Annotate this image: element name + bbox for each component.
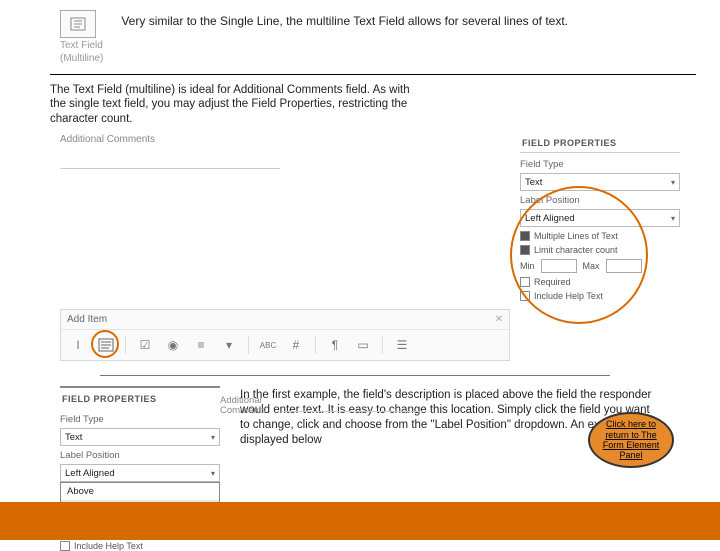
textfield-multiline-icon bbox=[60, 10, 96, 38]
field-type-select[interactable]: Text ▾ bbox=[520, 173, 680, 191]
helptext-label: Include Help Text bbox=[534, 291, 603, 301]
icon-label-1: Text Field bbox=[60, 40, 103, 51]
return-link-button[interactable]: Click here to return to The Form Element… bbox=[588, 412, 674, 468]
header-icon-group: Text Field (Multiline) bbox=[60, 10, 103, 64]
section-icon[interactable]: ☰ bbox=[393, 336, 411, 354]
abc-icon[interactable]: ABC bbox=[259, 336, 277, 354]
label-position-label: Label Position bbox=[520, 195, 680, 206]
sample-field-1-label: Additional Comments bbox=[60, 134, 310, 145]
image-icon[interactable]: ▭ bbox=[354, 336, 372, 354]
label-position-select[interactable]: Left Aligned ▾ bbox=[520, 209, 680, 227]
props-title: FIELD PROPERTIES bbox=[520, 134, 680, 153]
props-title-left: FIELD PROPERTIES bbox=[60, 390, 220, 408]
field-properties-panel-right: FIELD PROPERTIES Field Type Text ▾ Label… bbox=[520, 134, 680, 301]
limit-chars-label: Limit character count bbox=[534, 245, 618, 255]
paragraph-icon[interactable]: ¶ bbox=[326, 336, 344, 354]
helptext-checkbox-left[interactable] bbox=[60, 541, 70, 551]
field-type-select-left[interactable]: Text ▾ bbox=[60, 428, 220, 446]
chevron-down-icon: ▾ bbox=[671, 214, 675, 223]
required-label: Required bbox=[534, 277, 571, 287]
required-checkbox[interactable] bbox=[520, 277, 530, 287]
return-link-text: Click here to return to The Form Element… bbox=[594, 419, 668, 460]
label-position-label-left: Label Position bbox=[60, 450, 220, 461]
toolbar-separator bbox=[315, 336, 316, 354]
sample-field-2-label: Additional Comments bbox=[220, 396, 275, 417]
sample-field-1-input[interactable] bbox=[60, 149, 280, 169]
sample-field-1: Additional Comments bbox=[60, 134, 310, 179]
helptext-label-left: Include Help Text bbox=[74, 541, 143, 551]
radio-icon[interactable]: ◉ bbox=[164, 336, 182, 354]
label-position-value: Left Aligned bbox=[525, 213, 575, 224]
chevron-down-icon: ▾ bbox=[211, 433, 215, 442]
sample-field-2-input[interactable] bbox=[283, 396, 423, 412]
min-label: Min bbox=[520, 261, 535, 271]
label-position-value-left: Left Aligned bbox=[65, 468, 115, 479]
max-label: Max bbox=[583, 261, 600, 271]
checkbox-icon[interactable]: ☑ bbox=[136, 336, 154, 354]
chevron-down-icon: ▾ bbox=[211, 469, 215, 478]
divider-1 bbox=[50, 74, 696, 75]
max-input[interactable] bbox=[606, 259, 642, 273]
toolbar-separator bbox=[382, 336, 383, 354]
label-pos-option-above[interactable]: Above bbox=[61, 483, 219, 500]
toolbar-separator bbox=[125, 336, 126, 354]
footer-bar bbox=[0, 502, 720, 540]
text-single-icon[interactable]: I bbox=[69, 336, 87, 354]
field-type-label: Field Type bbox=[520, 159, 680, 170]
intro-text: Very similar to the Single Line, the mul… bbox=[121, 10, 568, 28]
min-input[interactable] bbox=[541, 259, 577, 273]
label-position-select-left[interactable]: Left Aligned ▾ bbox=[60, 464, 220, 482]
list-icon[interactable]: ≡ bbox=[192, 336, 210, 354]
hash-icon[interactable]: # bbox=[287, 336, 305, 354]
divider-2 bbox=[100, 375, 610, 376]
limit-chars-checkbox[interactable] bbox=[520, 245, 530, 255]
close-icon[interactable]: ✕ bbox=[495, 314, 503, 325]
field-type-label-left: Field Type bbox=[60, 414, 220, 425]
multiline-checkbox[interactable] bbox=[520, 231, 530, 241]
add-item-bar: Add Item ✕ I ☑ ◉ ≡ ▾ ABC # ¶ ▭ ☰ bbox=[60, 309, 510, 361]
add-item-title: Add Item bbox=[67, 314, 107, 325]
multiline-label: Multiple Lines of Text bbox=[534, 231, 618, 241]
chevron-down-icon: ▾ bbox=[671, 178, 675, 187]
dropdown-icon[interactable]: ▾ bbox=[220, 336, 238, 354]
sample-field-2: Additional Comments bbox=[220, 396, 480, 417]
helptext-checkbox[interactable] bbox=[520, 291, 530, 301]
field-type-value: Text bbox=[525, 177, 542, 188]
field-type-value-left: Text bbox=[65, 432, 82, 443]
icon-label-2: (Multiline) bbox=[60, 53, 103, 64]
text-multi-icon[interactable] bbox=[97, 336, 115, 354]
body-paragraph-1: The Text Field (multiline) is ideal for … bbox=[0, 83, 460, 126]
toolbar-separator bbox=[248, 336, 249, 354]
